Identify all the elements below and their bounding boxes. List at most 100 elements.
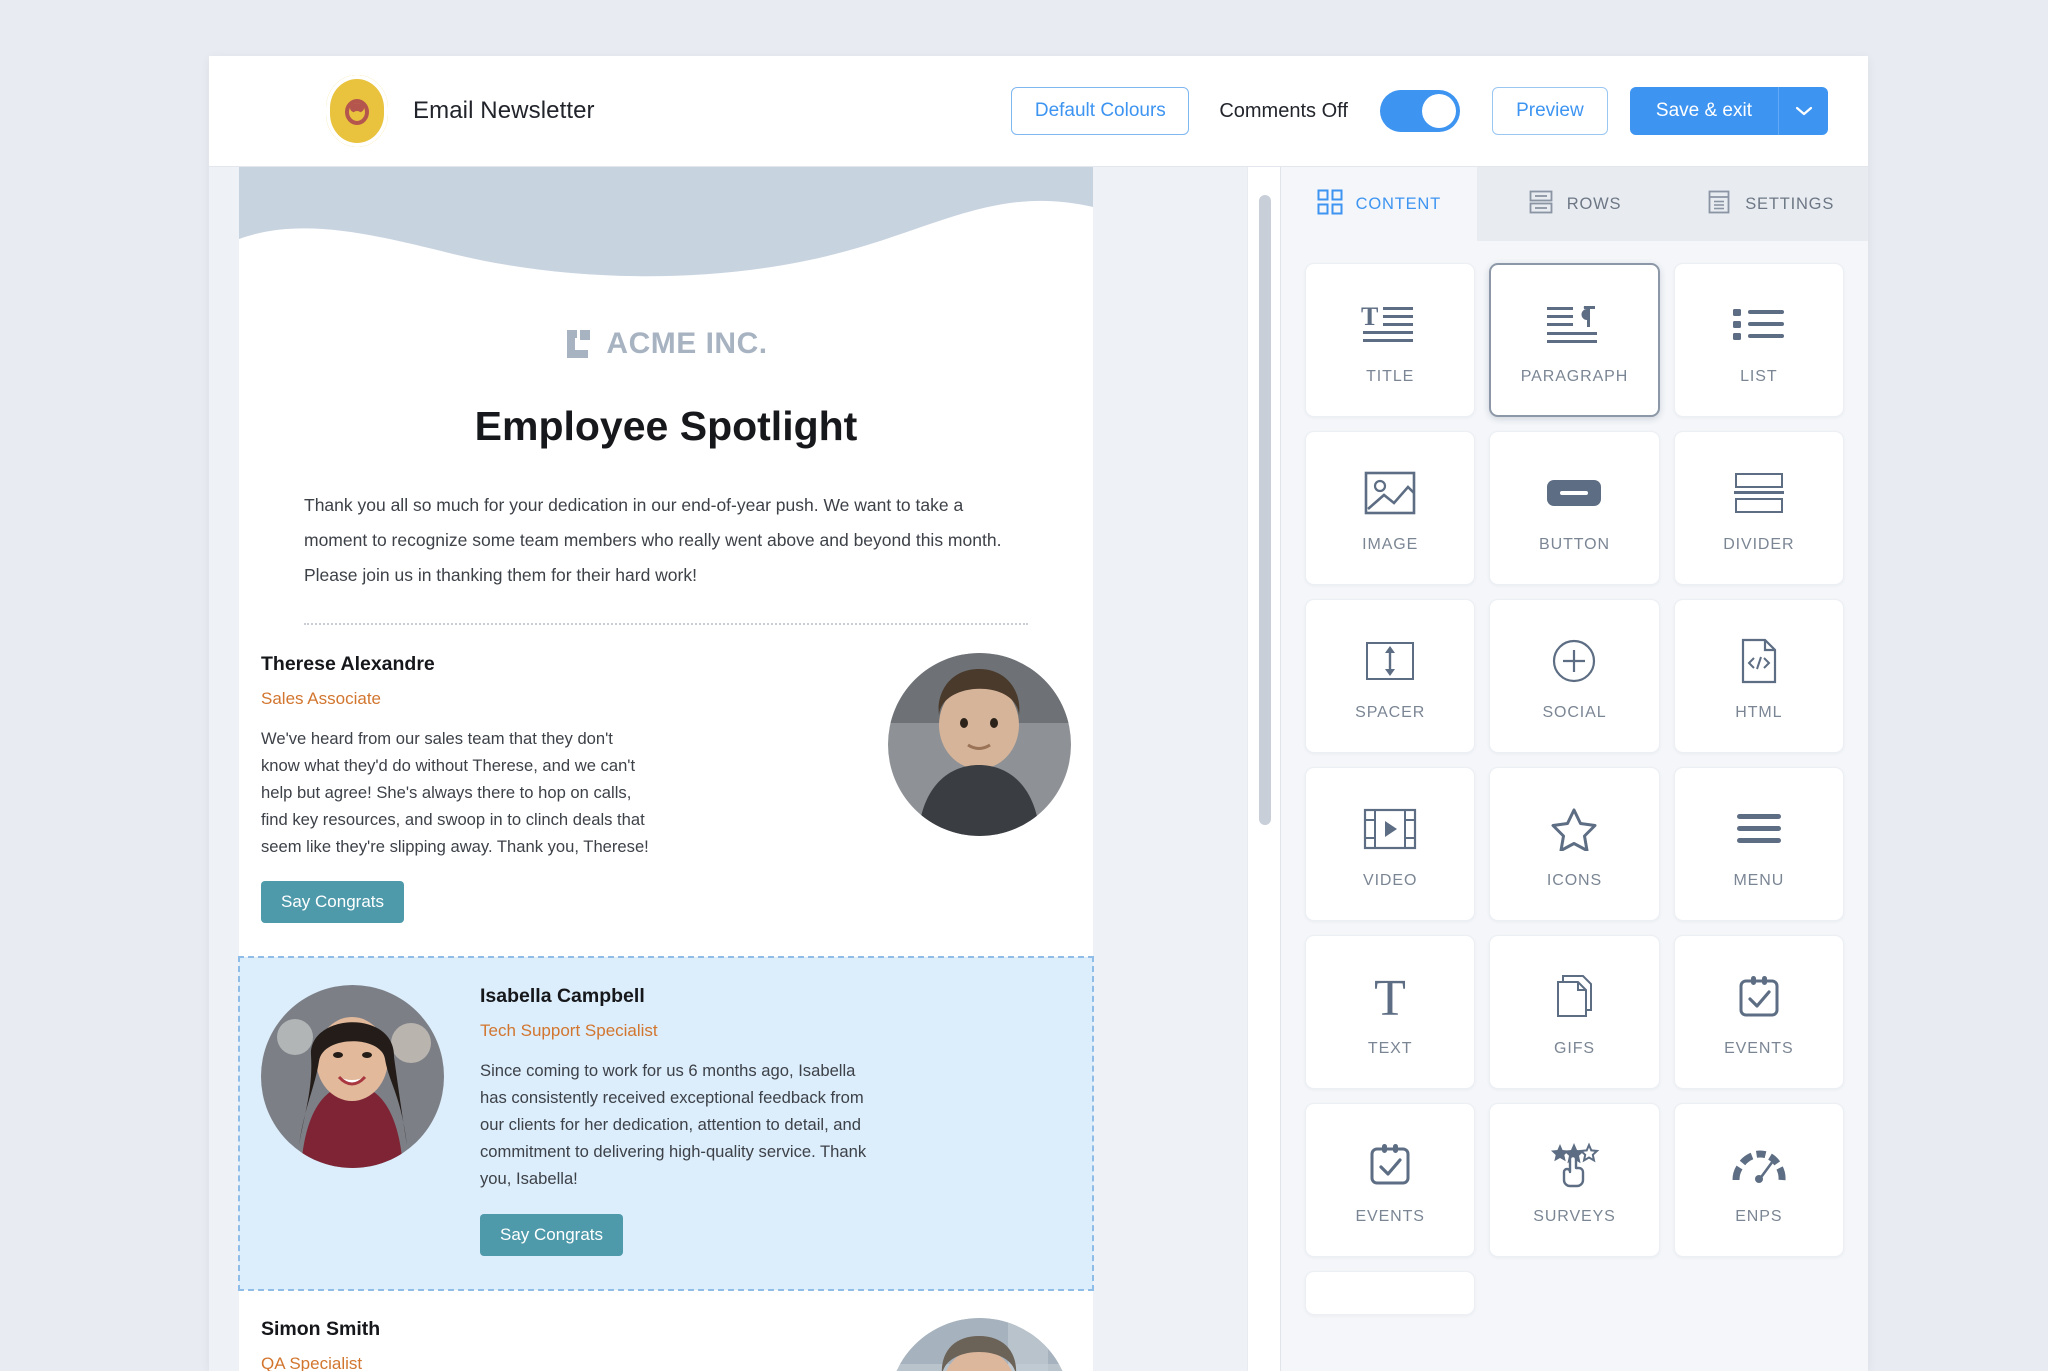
block-tile-html[interactable]: HTML [1673, 599, 1844, 753]
say-congrats-button[interactable]: Say Congrats [480, 1213, 623, 1256]
block-tile-list[interactable]: LIST [1673, 263, 1844, 417]
block-label: HTML [1735, 704, 1783, 721]
block-tile-enps[interactable]: ENPS [1673, 1103, 1844, 1257]
settings-doc-icon [1706, 189, 1732, 220]
brand: Email Newsletter [326, 75, 595, 147]
grid-icon [1317, 189, 1343, 220]
block-tile-next-partial[interactable] [1305, 1271, 1476, 1315]
block-label: EVENTS [1355, 1208, 1425, 1225]
employee-name: Therese Alexandre [261, 653, 435, 675]
block-tile-title[interactable]: T TITLE [1305, 263, 1476, 417]
tab-settings[interactable]: SETTINGS [1672, 167, 1868, 241]
block-tile-icons[interactable]: ICONS [1489, 767, 1660, 921]
block-tile-menu[interactable]: MENU [1673, 767, 1844, 921]
comments-status-label: Comments Off [1219, 99, 1348, 122]
monkey-logo-icon [326, 75, 388, 147]
tab-label: ROWS [1566, 194, 1622, 213]
employee-row[interactable]: Simon Smith QA Specialist A round of app… [239, 1290, 1093, 1371]
block-label: SURVEYS [1533, 1208, 1616, 1225]
scrollbar-thumb[interactable] [1259, 195, 1271, 825]
block-tile-video[interactable]: VIDEO [1305, 767, 1476, 921]
calendar-check-icon [1368, 1134, 1412, 1196]
menu-icon [1735, 798, 1783, 860]
block-label: EVENTS [1724, 1040, 1794, 1057]
svg-text:T: T [1374, 971, 1406, 1023]
avatar [888, 653, 1071, 836]
tab-label: SETTINGS [1745, 194, 1835, 213]
employee-name: Isabella Campbell [480, 985, 645, 1008]
header-wave-banner [239, 167, 1093, 277]
header-actions: Default Colours Comments Off Preview Sav… [1011, 87, 1828, 135]
avatar [261, 985, 444, 1169]
employee-role: Sales Associate [261, 689, 382, 708]
block-label: IMAGE [1362, 536, 1419, 553]
spacer-icon [1365, 630, 1415, 692]
tab-rows[interactable]: ROWS [1477, 167, 1673, 241]
block-label: ICONS [1546, 872, 1603, 889]
block-tile-social[interactable]: SOCIAL [1489, 599, 1660, 753]
say-congrats-button[interactable]: Say Congrats [261, 881, 404, 924]
employee-text: Simon Smith QA Specialist A round of app… [261, 1318, 651, 1371]
block-label: ENPS [1735, 1208, 1783, 1225]
block-label: PARAGRAPH [1520, 368, 1629, 385]
calendar-check-icon [1737, 966, 1781, 1028]
html-code-icon [1740, 630, 1778, 692]
default-colours-button[interactable]: Default Colours [1011, 87, 1190, 135]
tab-label: CONTENT [1355, 194, 1442, 213]
employee-role: QA Specialist [261, 1353, 363, 1371]
content-panel: CONTENT ROWS SETTINGS T TITLE PARAGRAPH … [1281, 167, 1868, 1371]
block-tile-image[interactable]: IMAGE [1305, 431, 1476, 585]
block-tile-divider[interactable]: DIVIDER [1673, 431, 1844, 585]
block-label: DIVIDER [1723, 536, 1795, 553]
email-title[interactable]: Employee Spotlight [284, 403, 1048, 450]
email-intro-paragraph[interactable]: Thank you all so much for your dedicatio… [284, 488, 1048, 593]
employee-row[interactable]: Therese Alexandre Sales Associate We've … [239, 625, 1093, 957]
video-icon [1363, 798, 1417, 860]
employee-role: Tech Support Specialist [480, 1021, 658, 1041]
block-tile-text[interactable]: T TEXT [1305, 935, 1476, 1089]
tab-content[interactable]: CONTENT [1281, 167, 1477, 241]
acme-mark-icon [567, 330, 591, 358]
toggle-knob [1421, 94, 1456, 128]
image-icon [1364, 462, 1416, 524]
gifs-pages-icon [1554, 966, 1594, 1028]
block-tile-spacer[interactable]: SPACER [1305, 599, 1476, 753]
app-header: Email Newsletter Default Colours Comment… [209, 56, 1868, 167]
canvas-scrollbar[interactable] [1247, 167, 1281, 1371]
acme-logo: ACME INC. [284, 327, 1048, 361]
block-label: TEXT [1367, 1040, 1413, 1057]
block-tile-button[interactable]: BUTTON [1489, 431, 1660, 585]
block-tile-events[interactable]: EVENTS [1673, 935, 1844, 1089]
stars-hand-icon [1548, 1134, 1600, 1196]
block-label: TITLE [1366, 368, 1415, 385]
avatar [888, 1317, 1071, 1371]
chevron-down-icon[interactable] [1778, 87, 1828, 135]
employee-row-selected[interactable]: Isabella Campbell Tech Support Specialis… [238, 956, 1094, 1291]
save-button-group: Save & exit [1629, 87, 1828, 135]
block-tile-paragraph[interactable]: PARAGRAPH [1489, 263, 1660, 417]
preview-button[interactable]: Preview [1491, 87, 1608, 135]
block-label: BUTTON [1539, 536, 1610, 553]
block-label: VIDEO [1363, 872, 1418, 889]
block-tile-events-2[interactable]: EVENTS [1305, 1103, 1476, 1257]
block-label: LIST [1740, 368, 1778, 385]
button-icon [1546, 462, 1602, 524]
employee-name: Simon Smith [261, 1317, 381, 1340]
employee-text: Therese Alexandre Sales Associate We've … [261, 653, 651, 924]
email-builder-app: Email Newsletter Default Colours Comment… [209, 56, 1868, 1371]
block-tile-surveys[interactable]: SURVEYS [1489, 1103, 1660, 1257]
list-icon [1732, 294, 1786, 356]
social-plus-icon [1552, 630, 1596, 692]
divider-icon [1733, 462, 1784, 524]
panel-tabs: CONTENT ROWS SETTINGS [1281, 167, 1868, 241]
save-and-exit-button[interactable]: Save & exit [1629, 87, 1778, 135]
star-icon [1551, 798, 1597, 860]
block-label: MENU [1733, 872, 1785, 889]
acme-logo-text: ACME INC. [606, 327, 768, 360]
page-title: Email Newsletter [413, 97, 595, 124]
text-serif-t-icon: T [1364, 966, 1416, 1028]
email-canvas: ACME INC. Employee Spotlight Thank you a… [209, 167, 1281, 1371]
comments-toggle[interactable] [1379, 90, 1460, 132]
block-label: SOCIAL [1542, 704, 1607, 721]
block-tile-gifs[interactable]: GIFS [1489, 935, 1660, 1089]
